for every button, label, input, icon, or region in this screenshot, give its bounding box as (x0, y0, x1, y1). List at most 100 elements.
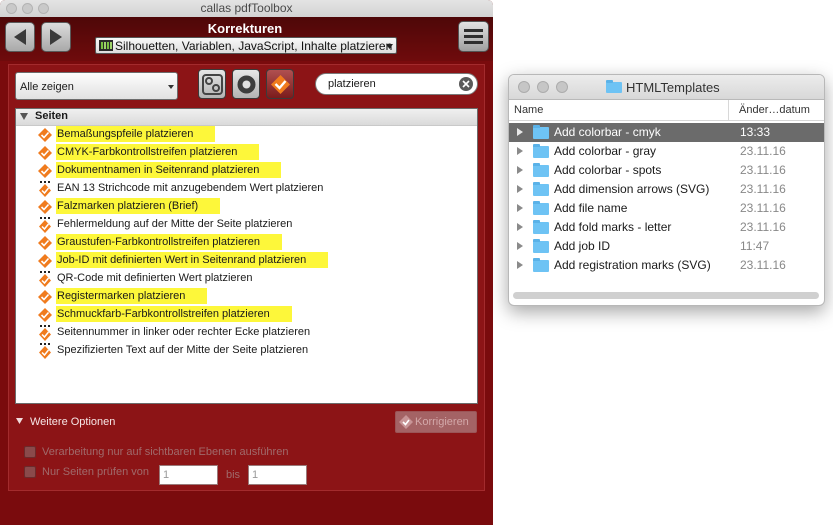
folder-icon (533, 258, 549, 272)
finder-row-date: 23.11.16 (740, 258, 786, 272)
list-item[interactable]: Falzmarken platzieren (Brief) (16, 198, 477, 216)
fix-button[interactable]: Korrigieren (395, 411, 477, 433)
list-item-label: Registermarken platzieren (56, 288, 208, 304)
list-item[interactable]: Seitennummer in linker oder rechter Ecke… (16, 324, 477, 342)
group-label: Seiten (35, 110, 69, 122)
page-to-input[interactable]: 1 (248, 465, 307, 485)
finder-row[interactable]: Add fold marks - letter 23.11.16 (509, 218, 824, 237)
group-header[interactable]: Seiten (16, 109, 477, 126)
disclosure-triangle-icon[interactable] (16, 418, 23, 424)
column-name-header[interactable]: Name (514, 104, 543, 116)
visible-layers-label: Verarbeitung nur auf sichtbaren Ebenen a… (42, 446, 289, 458)
fix-button-label: Korrigieren (415, 416, 469, 428)
zoom-window-button[interactable] (556, 81, 568, 93)
search-field[interactable]: platzieren (315, 73, 478, 95)
finder-row-name: Add file name (554, 201, 628, 215)
disclosure-triangle-icon[interactable] (517, 223, 523, 231)
list-item-text: EAN 13 Strichcode mit anzugebendem Wert … (57, 182, 324, 194)
list-item-label: EAN 13 Strichcode mit anzugebendem Wert … (57, 182, 323, 194)
disclosure-triangle-icon[interactable] (20, 113, 28, 120)
horizontal-scrollbar[interactable] (513, 292, 819, 299)
close-window-button[interactable] (518, 81, 530, 93)
profile-select[interactable]: Silhouetten, Variablen, JavaScript, Inha… (95, 37, 397, 54)
fixup-icon (271, 75, 290, 94)
list-item-text: Falzmarken platzieren (Brief) (56, 198, 221, 214)
finder-row[interactable]: Add dimension arrows (SVG) 23.11.16 (509, 180, 824, 199)
folder-icon (533, 201, 549, 215)
list-item[interactable]: Fehlermeldung auf der Mitte der Seite pl… (16, 216, 477, 234)
list-item[interactable]: Registermarken platzieren (16, 288, 477, 306)
list-item[interactable]: EAN 13 Strichcode mit anzugebendem Wert … (16, 180, 477, 198)
page-range-label: Nur Seiten prüfen von (42, 466, 150, 478)
fixup-icon (37, 289, 53, 305)
fixup-icon (37, 163, 53, 179)
finder-row[interactable]: Add file name 23.11.16 (509, 199, 824, 218)
finder-window: HTMLTemplates Name Änder…datum Add color… (508, 74, 825, 306)
list-item[interactable]: Graustufen-Farbkontrollstreifen platzier… (16, 234, 477, 252)
fixup-icon (37, 145, 53, 161)
list-item[interactable]: Spezifizierten Text auf der Mitte der Se… (16, 342, 477, 360)
minimize-window-button[interactable] (537, 81, 549, 93)
finder-row-name: Add fold marks - letter (554, 220, 672, 234)
finder-row[interactable]: Add job ID 11:47 (509, 237, 824, 256)
list-item-label: Falzmarken platzieren (Brief) (56, 198, 221, 214)
finder-row[interactable]: Add colorbar - cmyk 13:33 (509, 123, 824, 142)
clear-search-icon[interactable] (459, 77, 473, 91)
column-date-header[interactable]: Änder…datum (739, 104, 810, 116)
fixup-variable-icon (37, 181, 53, 197)
folder-icon (533, 144, 549, 158)
disclosure-triangle-icon[interactable] (517, 242, 523, 250)
finder-row-name: Add colorbar - spots (554, 163, 662, 177)
list-item-label: Graustufen-Farbkontrollstreifen platzier… (56, 234, 282, 250)
list-item[interactable]: QR-Code mit definierten Wert platzieren (16, 270, 477, 288)
disclosure-triangle-icon[interactable] (517, 147, 523, 155)
hamburger-icon (464, 29, 483, 44)
list-item-label: QR-Code mit definierten Wert platzieren (57, 272, 252, 284)
list-item-text: Bemaßungspfeile platzieren (56, 126, 216, 142)
filter-select[interactable]: Alle zeigen (15, 72, 178, 100)
finder-row[interactable]: Add registration marks (SVG) 23.11.16 (509, 256, 824, 275)
panel-title: Korrekturen (207, 21, 283, 36)
list-item-text: Spezifizierten Text auf der Mitte der Se… (57, 344, 309, 356)
list-item[interactable]: Schmuckfarb-Farbkontrollstreifen platzie… (16, 306, 477, 324)
list-item-label: Spezifizierten Text auf der Mitte der Se… (57, 344, 308, 356)
filter-profiles-button[interactable] (232, 69, 260, 99)
list-item[interactable]: CMYK-Farbkontrollstreifen platzieren (16, 144, 477, 162)
window-titlebar: callas pdfToolbox (0, 0, 493, 18)
menu-button[interactable] (458, 21, 489, 52)
page-range-checkbox[interactable] (24, 466, 36, 478)
disclosure-triangle-icon[interactable] (517, 185, 523, 193)
profile-select-label: Silhouetten, Variablen, JavaScript, Inha… (115, 39, 393, 53)
finder-row-date: 13:33 (740, 125, 771, 139)
folder-icon (533, 239, 549, 253)
list-item[interactable]: Job-ID mit definierten Wert in Seitenran… (16, 252, 477, 270)
disclosure-triangle-icon[interactable] (517, 166, 523, 174)
chevron-down-icon (168, 85, 174, 89)
disclosure-triangle-icon[interactable] (517, 204, 523, 212)
list-item-label: CMYK-Farbkontrollstreifen platzieren (56, 144, 260, 160)
profile-circle-icon (237, 75, 256, 94)
list-item-label: Seitennummer in linker oder rechter Ecke… (57, 326, 310, 338)
disclosure-triangle-icon[interactable] (517, 261, 523, 269)
filter-checks-button[interactable] (198, 69, 226, 99)
list-item-label: Fehlermeldung auf der Mitte der Seite pl… (57, 218, 292, 230)
column-divider[interactable] (728, 100, 729, 120)
visible-layers-checkbox[interactable] (24, 446, 36, 458)
list-item[interactable]: Bemaßungspfeile platzieren (16, 126, 477, 144)
finder-row-date: 23.11.16 (740, 163, 786, 177)
fixup-list: Seiten Bemaßungspfeile platzieren CMYK-Fa… (15, 108, 478, 404)
list-item[interactable]: Dokumentnamen in Seitenrand platzieren (16, 162, 477, 180)
search-input[interactable]: platzieren (328, 78, 376, 90)
finder-row[interactable]: Add colorbar - gray 23.11.16 (509, 142, 824, 161)
forward-button[interactable] (41, 22, 71, 52)
disclosure-triangle-icon[interactable] (517, 128, 523, 136)
back-button[interactable] (5, 22, 35, 52)
finder-row[interactable]: Add colorbar - spots 23.11.16 (509, 161, 824, 180)
options-header[interactable]: Weitere Optionen (30, 416, 115, 428)
page-from-input[interactable]: 1 (159, 465, 218, 485)
filter-fixups-button[interactable] (266, 69, 294, 99)
finder-row-date: 23.11.16 (740, 201, 786, 215)
list-item-text: CMYK-Farbkontrollstreifen platzieren (56, 144, 260, 160)
list-item-text: Job-ID mit definierten Wert in Seitenran… (56, 252, 329, 268)
list-item-text: Seitennummer in linker oder rechter Ecke… (57, 326, 311, 338)
